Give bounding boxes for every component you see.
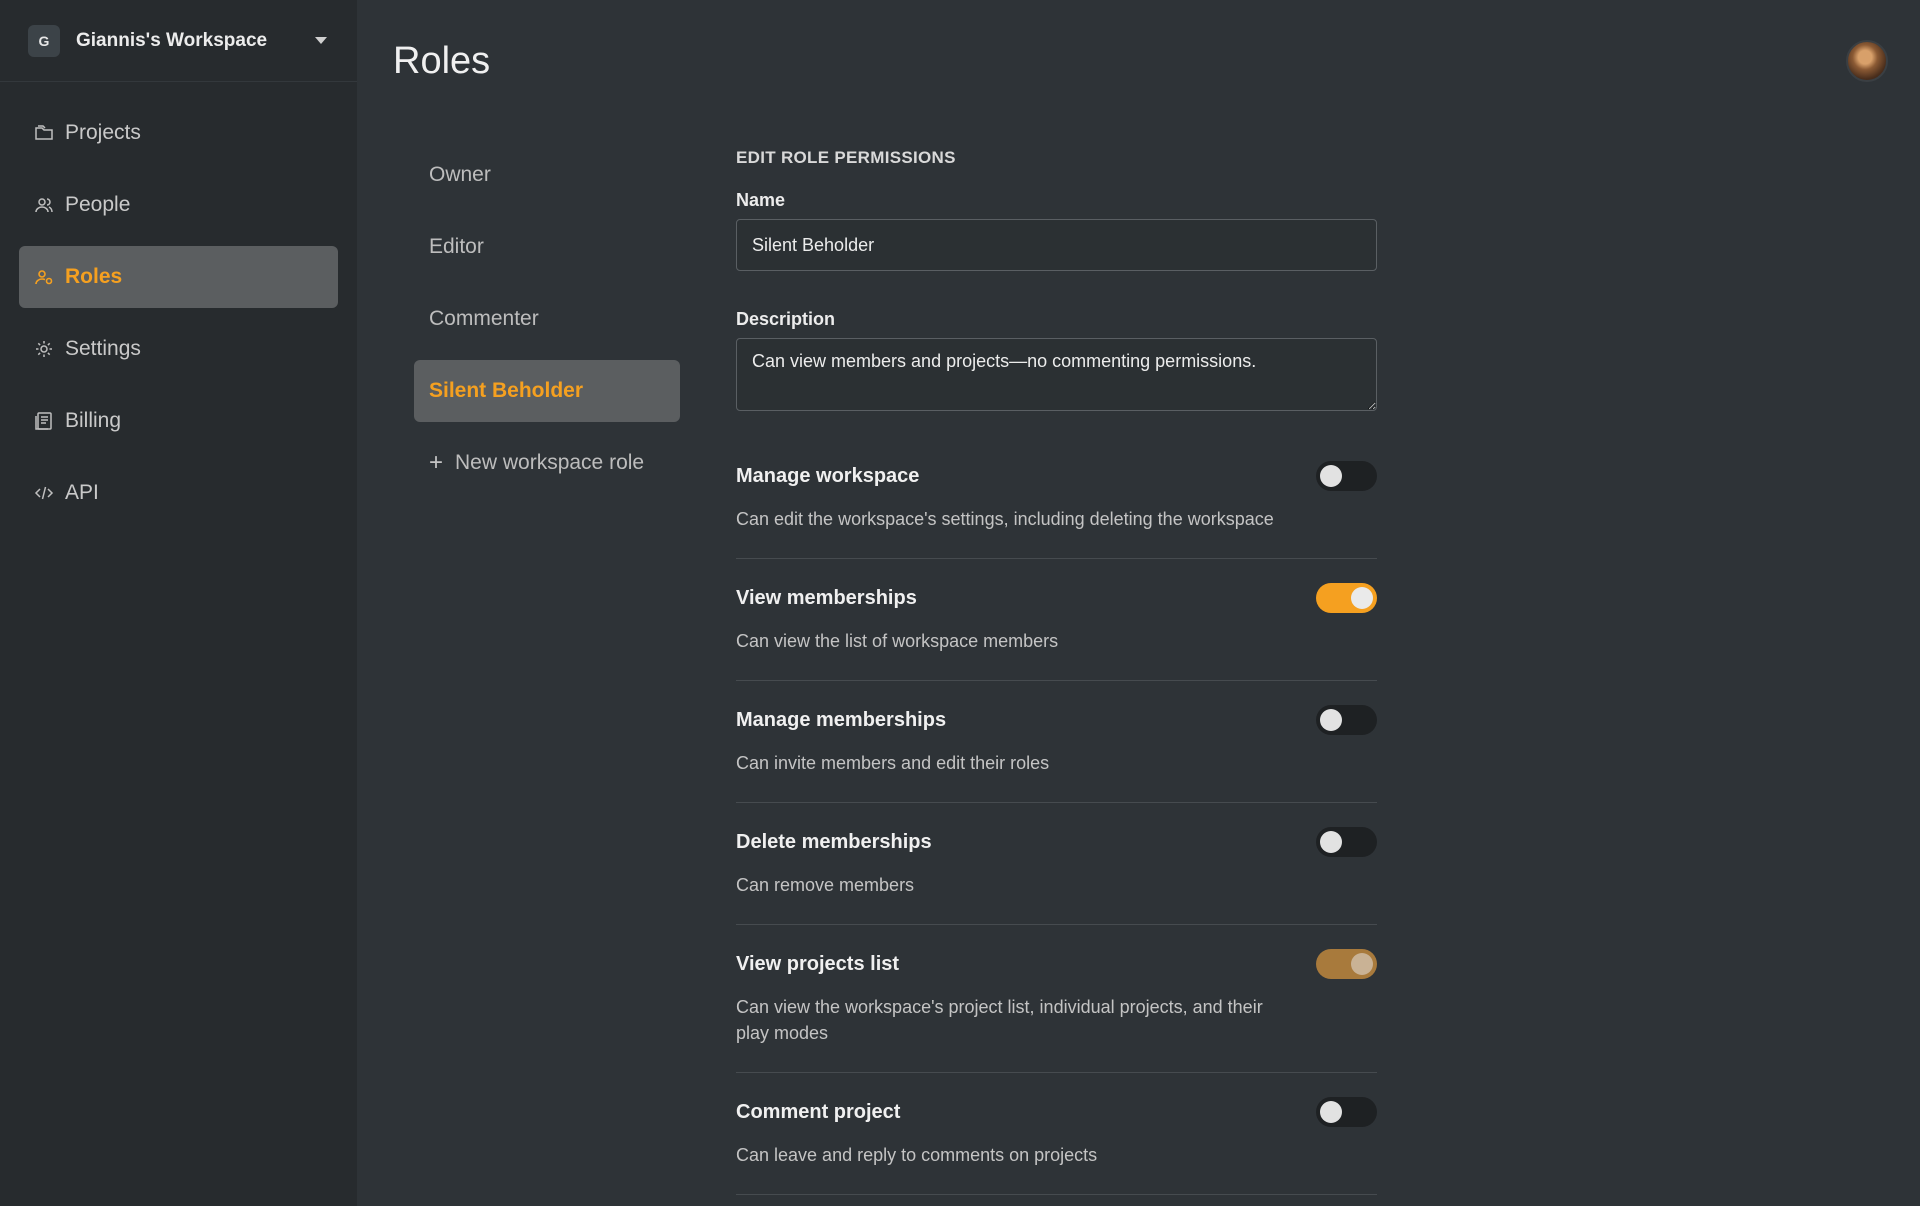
permission-title: View memberships xyxy=(736,587,917,609)
toggle-knob xyxy=(1320,465,1342,487)
delete-memberships-toggle[interactable] xyxy=(1316,827,1377,857)
toggle-knob xyxy=(1351,587,1373,609)
role-item-silent-beholder[interactable]: Silent Beholder xyxy=(414,360,680,422)
permission-view-memberships: View memberships Can view the list of wo… xyxy=(736,583,1377,681)
name-label: Name xyxy=(736,190,786,210)
sidebar-item-projects[interactable]: Projects xyxy=(19,102,338,164)
permission-desc: Can leave and reply to comments on proje… xyxy=(736,1145,1098,1165)
comment-project-toggle[interactable] xyxy=(1316,1097,1377,1127)
sidebar-item-api[interactable]: API xyxy=(19,462,338,524)
role-item-editor[interactable]: Editor xyxy=(414,216,680,278)
edit-role-form: EDIT ROLE PERMISSIONS Name Description C… xyxy=(736,148,1377,1206)
avatar[interactable] xyxy=(1846,40,1888,82)
permission-manage-memberships: Manage memberships Can invite members an… xyxy=(736,705,1377,803)
sidebar-item-label: API xyxy=(65,481,99,504)
main-content: Roles Owner Editor Commenter Silent Beho… xyxy=(357,0,1920,1206)
permission-comment-project: Comment project Can leave and reply to c… xyxy=(736,1097,1377,1195)
manage-memberships-toggle[interactable] xyxy=(1316,705,1377,735)
new-role-button[interactable]: + New workspace role xyxy=(414,432,680,494)
role-name-input[interactable] xyxy=(736,219,1377,271)
gear-icon xyxy=(34,339,54,359)
new-role-label: New workspace role xyxy=(455,451,645,474)
sidebar-nav: Projects People Roles Settings Billing A… xyxy=(0,82,357,524)
sidebar-item-label: Settings xyxy=(65,337,141,360)
toggle-knob xyxy=(1320,1101,1342,1123)
chevron-down-icon[interactable] xyxy=(315,37,327,44)
roles-list: Owner Editor Commenter Silent Beholder +… xyxy=(414,144,680,504)
permission-delete-memberships: Delete memberships Can remove members xyxy=(736,827,1377,925)
sidebar-item-people[interactable]: People xyxy=(19,174,338,236)
sidebar-item-settings[interactable]: Settings xyxy=(19,318,338,380)
workspace-badge: G xyxy=(28,24,60,57)
permission-desc: Can remove members xyxy=(736,875,915,895)
toggle-knob xyxy=(1320,709,1342,731)
sidebar-item-billing[interactable]: Billing xyxy=(19,390,338,452)
folder-icon xyxy=(34,123,54,143)
view-projects-list-toggle[interactable] xyxy=(1316,949,1377,979)
workspace-switcher[interactable]: G Giannis's Workspace xyxy=(0,0,357,82)
sidebar-item-label: Projects xyxy=(65,121,141,144)
toggle-knob xyxy=(1351,953,1373,975)
permission-view-projects-list: View projects list Can view the workspac… xyxy=(736,949,1377,1073)
permission-desc: Can view the workspace's project list, i… xyxy=(736,997,1263,1043)
role-icon xyxy=(34,267,54,287)
sidebar-item-label: Roles xyxy=(65,265,123,288)
description-label: Description xyxy=(736,309,836,329)
permission-title: Delete memberships xyxy=(736,831,932,853)
permission-title: Comment project xyxy=(736,1101,901,1123)
permission-title: Manage memberships xyxy=(736,709,947,731)
role-item-commenter[interactable]: Commenter xyxy=(414,288,680,350)
permission-desc: Can edit the workspace's settings, inclu… xyxy=(736,509,1274,529)
view-memberships-toggle[interactable] xyxy=(1316,583,1377,613)
code-icon xyxy=(34,483,54,503)
permissions-list: Manage workspace Can edit the workspace'… xyxy=(736,461,1377,1195)
permission-title: View projects list xyxy=(736,953,900,975)
app-root: G Giannis's Workspace Projects People Ro… xyxy=(0,0,1920,1206)
sidebar-item-label: Billing xyxy=(65,409,122,432)
permission-desc: Can view the list of workspace members xyxy=(736,631,1059,651)
sidebar-item-roles[interactable]: Roles xyxy=(19,246,338,308)
role-description-textarea[interactable]: Can view members and projects—no comment… xyxy=(736,338,1377,411)
billing-icon xyxy=(34,411,54,431)
page-title: Roles xyxy=(393,40,491,82)
workspace-name: Giannis's Workspace xyxy=(76,29,268,51)
section-title: EDIT ROLE PERMISSIONS xyxy=(736,148,956,167)
permission-desc: Can invite members and edit their roles xyxy=(736,753,1050,773)
role-item-owner[interactable]: Owner xyxy=(414,144,680,206)
toggle-knob xyxy=(1320,831,1342,853)
plus-icon: + xyxy=(429,449,444,476)
sidebar: G Giannis's Workspace Projects People Ro… xyxy=(0,0,357,1206)
manage-workspace-toggle[interactable] xyxy=(1316,461,1377,491)
sidebar-item-label: People xyxy=(65,193,131,216)
permission-title: Manage workspace xyxy=(736,465,920,487)
people-icon xyxy=(34,195,54,215)
permission-manage-workspace: Manage workspace Can edit the workspace'… xyxy=(736,461,1377,559)
